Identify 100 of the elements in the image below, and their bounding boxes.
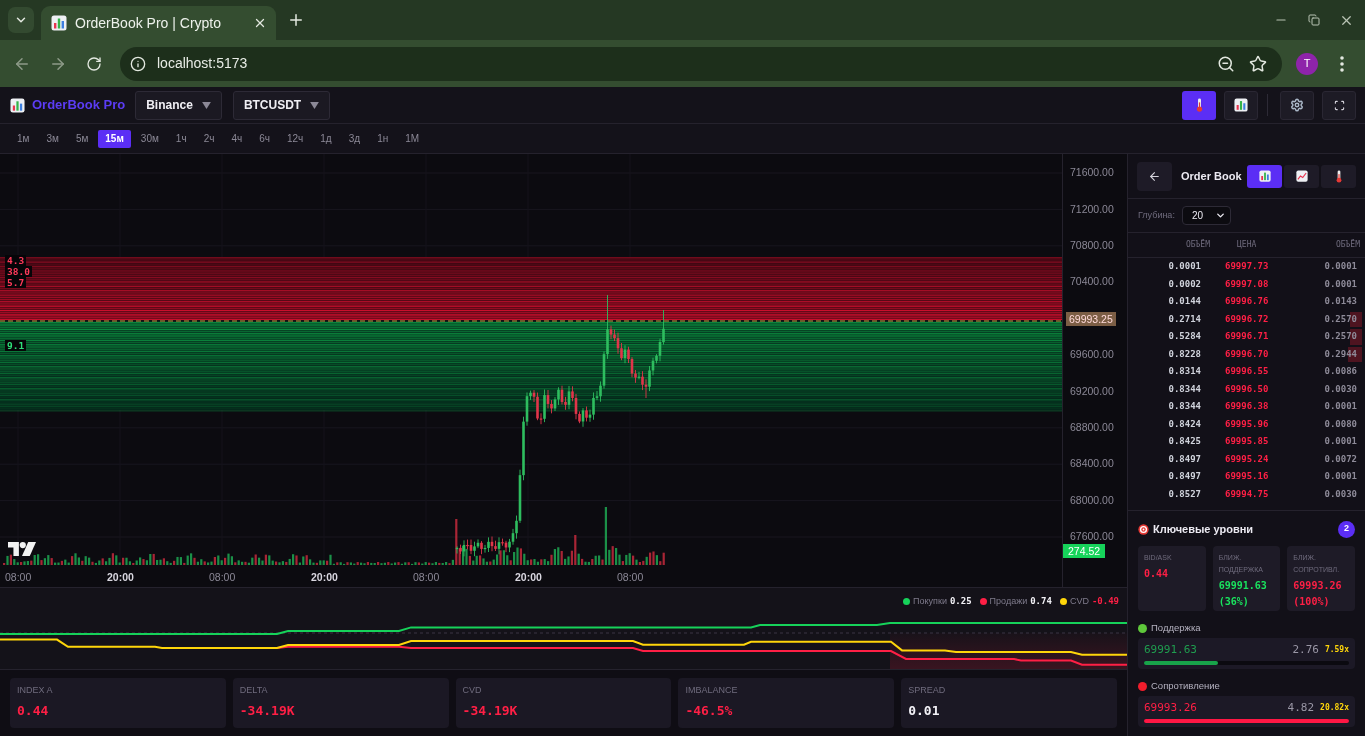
ask-price: 69996.71: [1225, 330, 1269, 343]
ask-volume: 0.0072: [1323, 452, 1358, 466]
bid-volume: 0.8344: [1167, 382, 1201, 396]
bid-volume: 0.8425: [1167, 435, 1201, 448]
timeframe-button[interactable]: 6ч: [252, 129, 277, 148]
level-ratio: 20.82x: [1320, 702, 1349, 714]
time-label: 20:00: [515, 571, 542, 583]
timeframe-button[interactable]: 1м: [10, 129, 37, 148]
ask-price: 69996.70: [1225, 347, 1269, 361]
stat-label: SPREAD: [908, 685, 947, 696]
ask-price: 69995.16: [1225, 470, 1269, 483]
price-label: 71200.00: [1069, 201, 1114, 217]
bid-volume: 0.8527: [1167, 487, 1201, 501]
back-button[interactable]: [1137, 161, 1172, 191]
timeframe-button[interactable]: 3д: [341, 129, 368, 148]
ask-price: 69996.55: [1225, 365, 1269, 378]
profile-avatar[interactable]: T: [1296, 52, 1318, 75]
logo-icon: [10, 97, 25, 113]
stat-label: DELTA: [239, 685, 269, 696]
tab-list-button[interactable]: [8, 7, 34, 33]
timeframe-button[interactable]: 1ч: [168, 129, 194, 148]
timeframe-button[interactable]: 30м: [133, 129, 166, 148]
bar-chart-button[interactable]: [1224, 90, 1258, 120]
exchange-select[interactable]: Binance: [135, 90, 222, 120]
timeframe-button[interactable]: 12ч: [279, 129, 311, 148]
timeframe-button[interactable]: 3м: [39, 129, 66, 148]
summary-value: 69991.63 (36%): [1218, 579, 1268, 609]
stat-label: INDEX A: [17, 685, 54, 696]
ask-volume: 0.0001: [1323, 260, 1358, 273]
ask-volume: 0.0086: [1323, 365, 1358, 378]
bid-volume: 0.8497: [1167, 452, 1201, 466]
ask-volume: 0.0143: [1323, 295, 1358, 308]
timeframe-button[interactable]: 1М: [398, 129, 427, 148]
timeframe-button[interactable]: 5м: [68, 129, 96, 148]
legend-value: 0.25: [949, 595, 972, 608]
ask-price: 69997.73: [1225, 260, 1269, 273]
bar-chart-icon: [1234, 98, 1248, 112]
legend-label: Продажи: [989, 595, 1028, 608]
timeframe-button[interactable]: 2ч: [196, 129, 222, 148]
line-chart-icon: [1295, 170, 1308, 182]
time-label: 20:00: [311, 571, 338, 583]
zoom-out-icon[interactable]: [1217, 54, 1235, 73]
summary-value: 69993.26 (100%): [1293, 579, 1343, 609]
ask-volume: 0.0001: [1323, 435, 1358, 448]
bar-chart-icon: [1258, 170, 1271, 182]
price-label: 70800.00: [1069, 238, 1114, 254]
time-label: 08:00: [617, 571, 644, 583]
time-label: 20:00: [107, 571, 134, 583]
bid-volume: 0.8228: [1167, 347, 1201, 361]
timeframe-button[interactable]: 4ч: [224, 129, 250, 148]
price-label: 69600.00: [1069, 347, 1114, 363]
url-text: localhost:5173: [157, 54, 248, 73]
bid-volume: 0.0002: [1167, 277, 1201, 291]
ask-price: 69996.50: [1225, 382, 1269, 396]
time-label: 08:00: [209, 571, 236, 583]
depth-select[interactable]: 20: [1181, 206, 1231, 225]
panel-title: Order Book: [1181, 168, 1242, 184]
line-chart-view-button[interactable]: [1284, 164, 1319, 188]
bid-volume: 0.8424: [1167, 417, 1201, 431]
bid-volume: 0.5284: [1167, 330, 1201, 343]
ask-volume: 0.0030: [1323, 487, 1358, 501]
thermometer-button[interactable]: [1182, 90, 1216, 120]
group-title: Сопротивление: [1151, 678, 1220, 693]
ask-volume: 0.0001: [1323, 400, 1358, 413]
timeframe-button[interactable]: 15м: [98, 129, 131, 148]
ask-price: 69997.08: [1225, 277, 1269, 291]
legend-label: CVD: [1069, 595, 1089, 608]
stat-value: -34.19K: [239, 703, 296, 719]
caret-icon: [201, 101, 211, 109]
browser-tab[interactable]: OrderBook Pro | Crypto: [41, 6, 276, 40]
bookmark-star-icon[interactable]: [1249, 54, 1267, 73]
settings-button[interactable]: [1280, 90, 1314, 120]
timeframe-button[interactable]: 1н: [370, 129, 396, 148]
reload-icon: [86, 55, 102, 72]
ask-price: 69995.24: [1225, 452, 1269, 466]
legend-label: Покупки: [913, 595, 947, 608]
ask-volume: 0.0001: [1323, 277, 1358, 291]
address-bar[interactable]: localhost:5173: [120, 46, 1282, 81]
arrow-left-icon: [1148, 169, 1161, 183]
price-label: 68800.00: [1069, 420, 1114, 436]
symbol-select[interactable]: BTCUSDT: [232, 90, 331, 120]
ask-price: 69995.85: [1225, 435, 1269, 448]
price-label: 71600.00: [1069, 165, 1114, 181]
ask-price: 69995.96: [1225, 417, 1269, 431]
timeframe-button[interactable]: 1д: [313, 129, 339, 148]
summary-value: 0.44: [1144, 567, 1170, 581]
level-price: 69993.26: [1144, 699, 1197, 716]
bar-chart-view-button[interactable]: [1247, 164, 1282, 188]
column-header: ЦЕНА: [1237, 239, 1257, 251]
thermometer-view-button[interactable]: [1321, 164, 1356, 188]
ask-volume: 0.0001: [1323, 470, 1358, 483]
plus-icon: [287, 11, 305, 29]
column-header: ОБЪЁМ: [1184, 239, 1210, 251]
column-header: ОБЪЁМ: [1335, 239, 1360, 251]
ask-price: 69996.76: [1225, 295, 1269, 308]
app-name: OrderBook Pro: [32, 96, 126, 115]
depth-label: Глубина:: [1138, 208, 1175, 222]
info-icon: [130, 55, 146, 72]
price-label: 69200.00: [1069, 383, 1114, 399]
ask-price: 69994.75: [1225, 487, 1269, 501]
